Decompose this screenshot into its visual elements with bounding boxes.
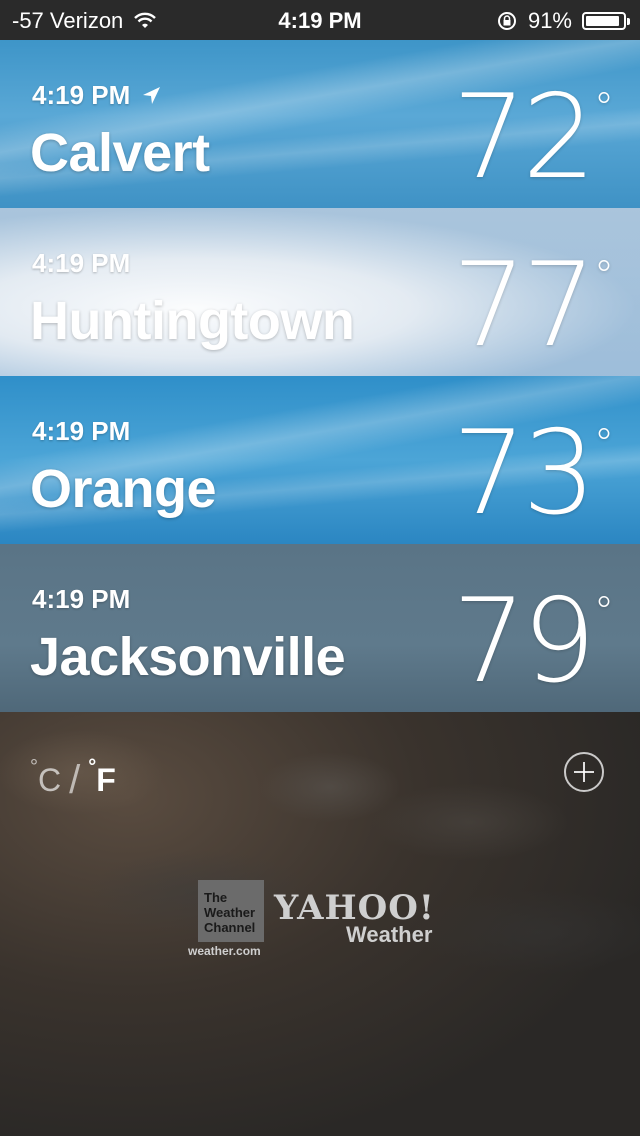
weather-com-link[interactable]: weather.com [188, 944, 261, 958]
add-location-button[interactable] [564, 752, 604, 792]
location-city: Huntingtown [30, 291, 355, 351]
unit-separator: / [69, 758, 81, 802]
location-city: Calvert [30, 123, 210, 183]
location-temp: 79° [452, 574, 614, 709]
location-time: 4:19 PM [32, 416, 131, 446]
location-city: Jacksonville [30, 627, 346, 687]
location-time-wrap: 4:19 PM [32, 248, 130, 279]
unit-toggle[interactable]: °C / °F [30, 756, 116, 803]
weather-channel-logo[interactable]: The Weather Channel [198, 880, 264, 942]
fahrenheit-button[interactable]: °F [88, 756, 116, 799]
location-city: Orange [30, 459, 217, 519]
location-time-wrap: 4:19 PM [32, 80, 162, 111]
yahoo-weather-label: Weather [346, 922, 433, 947]
location-temp: 77° [452, 238, 614, 373]
location-arrow-icon [143, 86, 161, 104]
location-row-calvert[interactable]: 4:19 PM Calvert 72° [0, 40, 640, 209]
location-row-huntingtown[interactable]: 4:19 PM Huntingtown 77° [0, 208, 640, 377]
location-time-wrap: 4:19 PM [32, 584, 130, 615]
celsius-button[interactable]: °C [30, 756, 61, 799]
battery-percent: 91% [527, 8, 572, 33]
status-right: 91% [496, 8, 630, 34]
battery-icon [582, 12, 630, 30]
status-bar: -57 Verizon 4:19 PM 91% [0, 0, 640, 40]
location-row-orange[interactable]: 4:19 PM Orange 73° [0, 376, 640, 545]
rotation-lock-icon [497, 12, 516, 30]
location-time: 4:19 PM [32, 80, 131, 110]
location-time: 4:19 PM [32, 248, 131, 278]
location-time-wrap: 4:19 PM [32, 416, 130, 447]
location-temp: 73° [452, 406, 614, 541]
location-time: 4:19 PM [32, 584, 131, 614]
location-row-jacksonville[interactable]: 4:19 PM Jacksonville 79° [0, 544, 640, 713]
location-temp: 72° [452, 70, 614, 205]
